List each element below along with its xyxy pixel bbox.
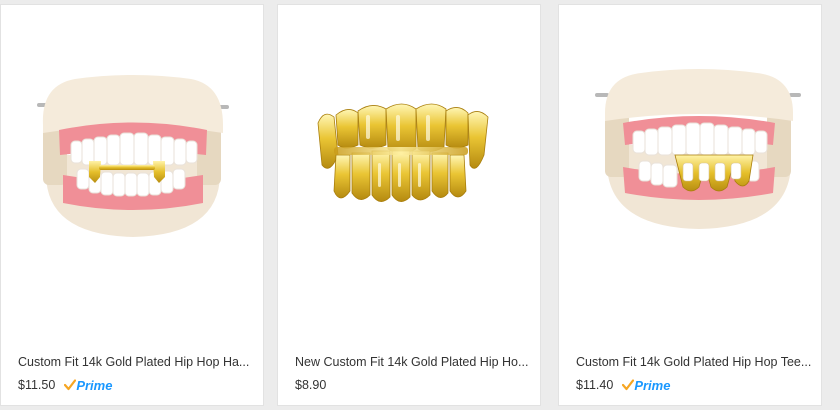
gold-grillz-open-face-model-image <box>595 69 801 229</box>
prime-label: Prime <box>76 377 113 393</box>
gold-grillz-set-image <box>317 103 489 202</box>
product-price: $8.90 <box>295 378 327 392</box>
product-title[interactable]: Custom Fit 14k Gold Plated Hip Hop Ha... <box>18 355 254 369</box>
prime-label: Prime <box>634 377 671 393</box>
price-row: $11.40 Prime <box>576 376 670 394</box>
product-title[interactable]: New Custom Fit 14k Gold Plated Hip Ho... <box>295 355 531 369</box>
product-title[interactable]: Custom Fit 14k Gold Plated Hip Hop Tee..… <box>576 355 812 369</box>
prime-check-icon <box>64 379 77 391</box>
product-image[interactable] <box>559 5 823 335</box>
product-card[interactable]: Custom Fit 14k Gold Plated Hip Hop Tee..… <box>558 4 822 406</box>
prime-check-icon <box>622 379 635 391</box>
product-image[interactable] <box>1 5 265 335</box>
product-price: $11.50 <box>18 378 56 392</box>
prime-badge: Prime <box>622 378 670 393</box>
product-price: $11.40 <box>576 378 614 392</box>
price-row: $11.50 Prime <box>18 376 112 394</box>
prime-badge: Prime <box>64 378 112 393</box>
product-card[interactable]: Custom Fit 14k Gold Plated Hip Hop Ha...… <box>0 4 264 406</box>
product-card[interactable]: New Custom Fit 14k Gold Plated Hip Ho...… <box>277 4 541 406</box>
product-image[interactable] <box>278 5 542 335</box>
gold-grillz-denture-model-image <box>37 75 229 237</box>
price-row: $8.90 <box>295 376 326 394</box>
